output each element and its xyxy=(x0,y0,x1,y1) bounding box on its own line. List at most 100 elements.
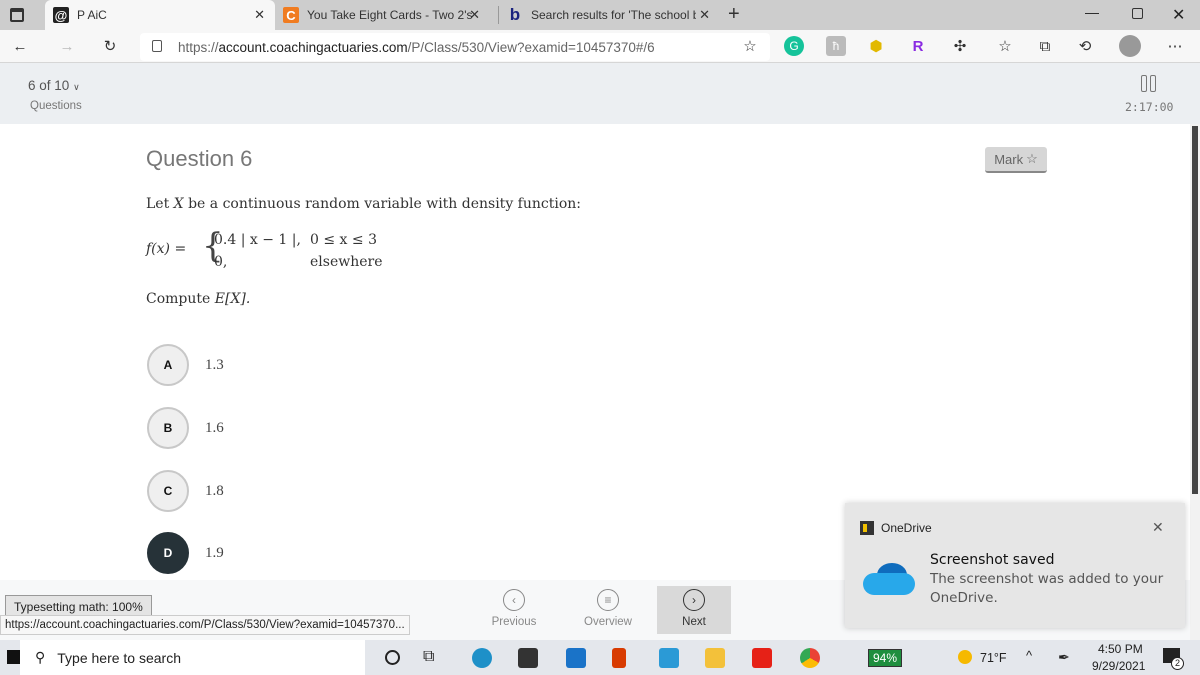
taskbar-search[interactable]: ⚲ Type here to search xyxy=(20,640,365,675)
toast-body: The screenshot was added to your OneDriv… xyxy=(930,571,1164,606)
url-host: account.coachingactuaries.com xyxy=(218,39,408,55)
chrome-icon[interactable] xyxy=(800,648,820,668)
restore-button[interactable] xyxy=(1132,8,1143,19)
close-tab-icon[interactable]: ✕ xyxy=(254,7,265,23)
back-icon[interactable]: ← xyxy=(10,36,30,56)
file-explorer-icon[interactable] xyxy=(705,648,725,668)
menu-icon: ≡ xyxy=(597,589,619,611)
chevron-left-icon: ‹ xyxy=(503,589,525,611)
youtube-icon[interactable] xyxy=(752,648,772,668)
timer: 2:17:00 xyxy=(1125,100,1174,114)
more-icon[interactable]: ⋯ xyxy=(1165,36,1185,56)
density-function: f(x) = { 0.4 | x − 1 |, 0 ≤ x ≤ 3 0, els… xyxy=(146,226,406,275)
question-prompt: Let X be a continuous random variable wi… xyxy=(146,196,581,212)
mark-button[interactable]: Mark ☆ xyxy=(985,147,1047,173)
choice-b-value[interactable]: 1.6 xyxy=(205,420,224,437)
extension-h-icon[interactable]: ħ xyxy=(826,36,846,56)
chevron-right-icon: › xyxy=(683,589,705,611)
store-icon[interactable] xyxy=(518,648,538,668)
choice-d[interactable]: D xyxy=(147,532,189,574)
choice-a-value[interactable]: 1.3 xyxy=(205,357,224,374)
chevron-down-icon: ∨ xyxy=(73,82,80,92)
lock-icon xyxy=(152,40,162,52)
address-bar[interactable]: https://account.coachingactuaries.com/P/… xyxy=(140,33,770,61)
case1-cond: 0 ≤ x ≤ 3 xyxy=(310,232,377,248)
mark-label: Mark xyxy=(994,151,1024,167)
choice-c[interactable]: C xyxy=(147,470,189,512)
weather-temp[interactable]: 71°F xyxy=(980,651,1007,665)
office-icon[interactable] xyxy=(612,648,626,668)
tab-title: P AiC xyxy=(77,8,107,22)
choice-a[interactable]: A xyxy=(147,344,189,386)
mail-icon[interactable] xyxy=(566,648,586,668)
case1-expr: 0.4 | x − 1 |, xyxy=(214,232,301,248)
toast-app-name: OneDrive xyxy=(881,521,932,535)
extensions-icon[interactable]: ✣ xyxy=(950,36,970,56)
overview-button[interactable]: ≡ Overview xyxy=(571,586,645,634)
next-button[interactable]: › Next xyxy=(657,586,731,634)
extension-face-icon[interactable]: ⬢ xyxy=(866,36,886,56)
at-icon: @ xyxy=(53,7,69,23)
status-url: https://account.coachingactuaries.com/P/… xyxy=(0,615,410,635)
weather-icon[interactable] xyxy=(958,650,972,664)
onedrive-cloud-icon xyxy=(863,563,915,595)
case2-cond: elsewhere xyxy=(310,254,383,270)
bing-icon: b xyxy=(509,5,521,24)
scrollbar[interactable] xyxy=(1190,124,1200,640)
clock-time[interactable]: 4:50 PM xyxy=(1098,642,1143,656)
history-icon[interactable]: ⟲ xyxy=(1075,36,1095,56)
compute-prompt: Compute E[X]. xyxy=(146,291,251,307)
choice-b[interactable]: B xyxy=(147,407,189,449)
tab-bar: @ P AiC ✕ C You Take Eight Cards - Two 2… xyxy=(0,0,1200,30)
windows-start-icon[interactable] xyxy=(7,650,21,664)
clock-date[interactable]: 9/29/2021 xyxy=(1092,659,1145,673)
l-app-icon[interactable] xyxy=(659,648,679,668)
tab-search-results[interactable]: b Search results for 'The school bo ✕ xyxy=(498,5,720,24)
close-icon[interactable]: ✕ xyxy=(1152,519,1164,536)
previous-button[interactable]: ‹ Previous xyxy=(477,586,551,634)
pen-icon[interactable]: ✒ xyxy=(1058,649,1070,666)
choice-d-value[interactable]: 1.9 xyxy=(205,545,224,562)
tab-actions-icon[interactable] xyxy=(10,8,24,22)
search-icon: ⚲ xyxy=(35,649,46,665)
close-tab-icon[interactable]: ✕ xyxy=(699,7,710,23)
battery-indicator[interactable]: 94% xyxy=(868,649,903,667)
tab-title: Search results for 'The school bo xyxy=(531,8,696,22)
toast-title: Screenshot saved xyxy=(930,552,1055,568)
case2-expr: 0, xyxy=(214,254,228,270)
favorites-icon[interactable]: ☆ xyxy=(995,36,1015,56)
tab-p-aic[interactable]: @ P AiC ✕ xyxy=(45,0,275,30)
fx-label: f(x) = xyxy=(146,241,187,257)
minimize-button[interactable]: — xyxy=(1085,4,1099,20)
close-window-button[interactable]: ✕ xyxy=(1172,5,1185,25)
pause-icon[interactable] xyxy=(1141,75,1157,92)
question-counter-dropdown[interactable]: 6 of 10 ∨ xyxy=(28,78,80,93)
tab-eight-cards[interactable]: C You Take Eight Cards - Two 2's, T ✕ xyxy=(275,0,490,30)
c-logo-icon: C xyxy=(283,7,299,23)
question-counter: 6 of 10 xyxy=(28,78,70,93)
profile-avatar[interactable] xyxy=(1119,35,1141,57)
forward-icon[interactable]: → xyxy=(57,36,77,56)
collections-icon[interactable]: ⧉ xyxy=(1035,36,1055,56)
tab-title: You Take Eight Cards - Two 2's, T xyxy=(307,8,472,22)
edge-icon[interactable] xyxy=(472,648,492,668)
questions-label: Questions xyxy=(30,100,82,112)
new-tab-button[interactable]: + xyxy=(728,3,740,26)
exam-header: 6 of 10 ∨ Questions 2:17:00 xyxy=(0,63,1200,124)
url-path: /P/Class/530/View?examid=10457370#/6 xyxy=(407,39,655,55)
browser-toolbar: ← → ↻ https://account.coachingactuaries.… xyxy=(0,30,1200,63)
task-view-icon[interactable]: ⧉ xyxy=(423,648,434,666)
extension-r-icon[interactable]: R xyxy=(908,36,928,56)
onedrive-notification[interactable]: OneDrive ✕ Screenshot saved The screensh… xyxy=(845,503,1185,628)
refresh-icon[interactable]: ↻ xyxy=(100,36,120,56)
cortana-icon[interactable] xyxy=(385,650,400,665)
chevron-up-icon[interactable]: ^ xyxy=(1026,648,1032,663)
notification-count: 2 xyxy=(1171,657,1184,670)
taskbar: ⚲ Type here to search ⧉ 94% 71°F ^ ✒ 4:50… xyxy=(0,640,1200,675)
star-icon: ☆ xyxy=(1026,151,1038,166)
close-tab-icon[interactable]: ✕ xyxy=(469,7,480,23)
grammarly-icon[interactable]: G xyxy=(784,36,804,56)
question-title: Question 6 xyxy=(146,146,253,171)
add-favorite-icon[interactable]: ☆ xyxy=(740,36,760,56)
choice-c-value[interactable]: 1.8 xyxy=(205,483,224,500)
